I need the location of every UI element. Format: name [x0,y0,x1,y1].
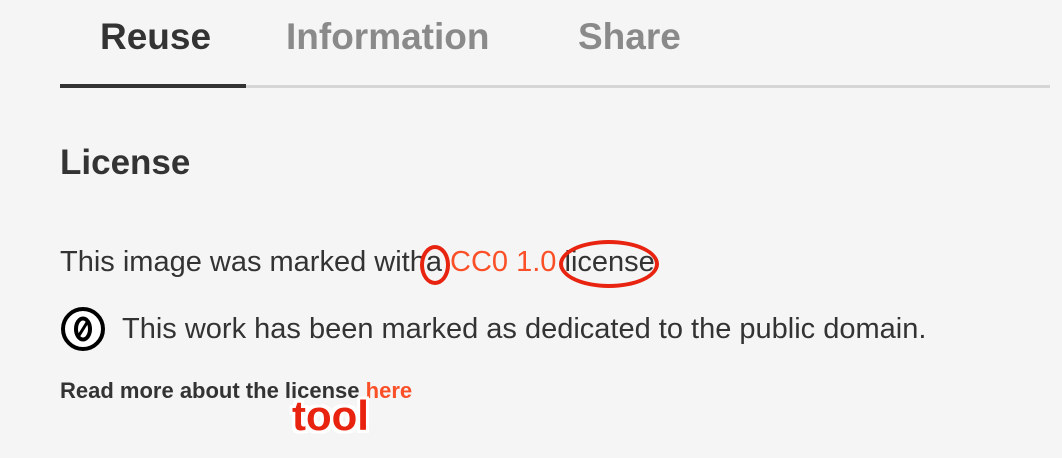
tab-share[interactable]: Share [578,12,681,62]
cc-zero-icon [61,307,105,351]
tab-reuse[interactable]: Reuse [100,12,211,62]
circled-license-word: license [558,240,659,288]
annotation-tool-label: tool [292,392,369,439]
license-intro-text: This image was marked with [60,246,426,278]
license-statement: This image was marked witha CC0 1.0 lice… [60,240,659,288]
section-title: License [60,143,191,182]
cc0-license-link[interactable]: CC0 1.0 [450,246,556,278]
article-text: a [425,246,442,278]
circled-article: a [419,242,451,285]
public-domain-text: This work has been marked as dedicated t… [122,313,927,345]
tab-information[interactable]: Information [286,12,489,62]
read-more-link[interactable]: here [366,378,412,403]
license-word-text: license [564,246,655,278]
active-tab-indicator [60,84,246,88]
tab-bar: Reuse Information Share [60,0,1050,88]
tab-label: Information [286,16,490,57]
tab-label: Reuse [100,16,212,57]
tab-label: Share [578,16,681,57]
public-domain-notice: This work has been marked as dedicated t… [60,306,926,352]
